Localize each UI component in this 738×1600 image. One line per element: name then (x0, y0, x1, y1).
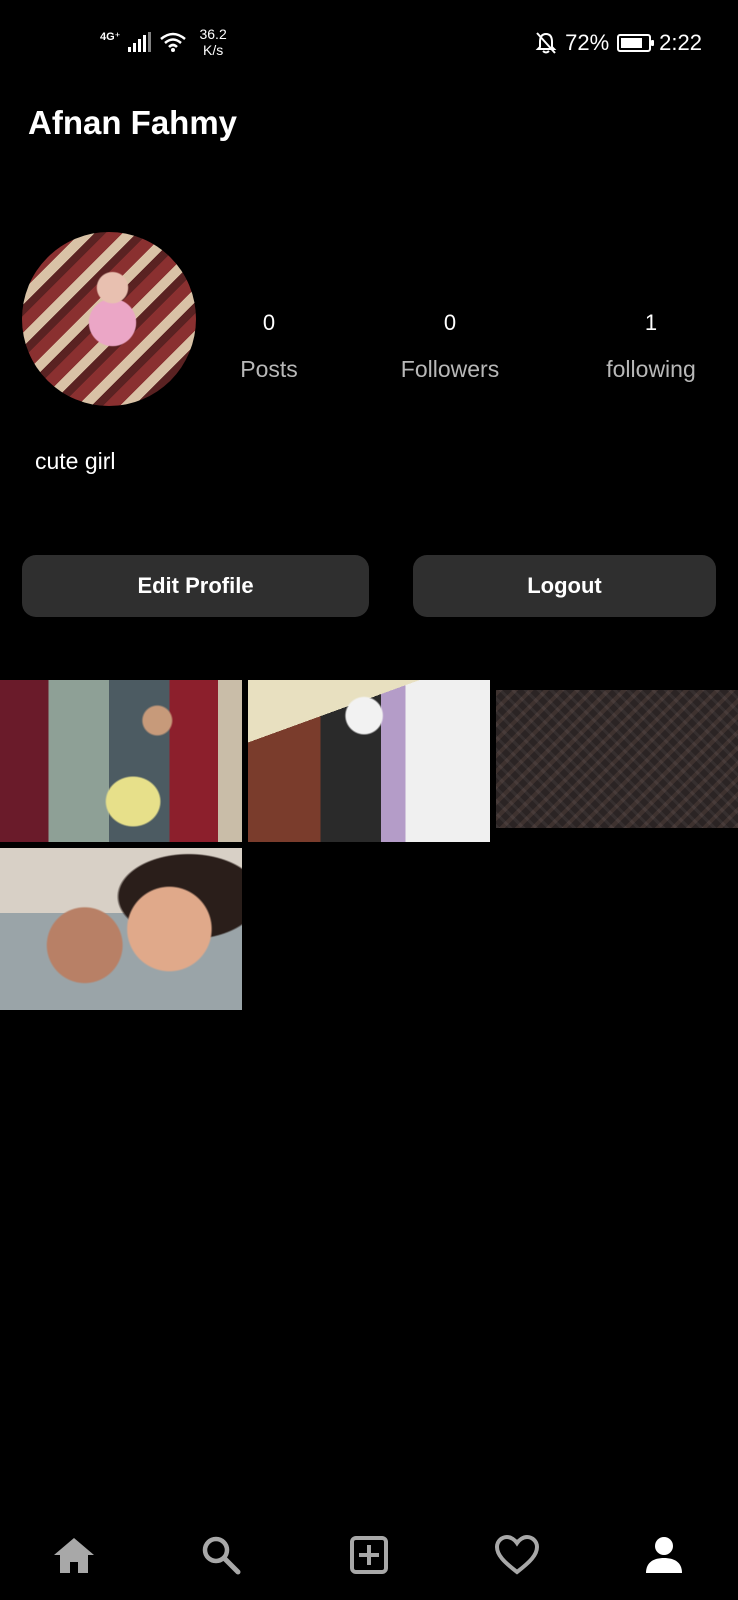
avatar[interactable] (22, 232, 196, 406)
network-speed: 36.2 K/s (199, 26, 226, 58)
wifi-icon (160, 32, 187, 52)
home-icon (54, 1538, 94, 1573)
stat-following-count: 1 (644, 310, 658, 335)
stat-followers[interactable]: 0 Followers (380, 310, 520, 383)
battery-icon (617, 34, 655, 52)
stat-following-label: following (606, 356, 696, 382)
stat-posts-label: Posts (240, 356, 298, 382)
stat-posts[interactable]: 0 Posts (199, 310, 339, 383)
status-bar: 4G⁺ 36.2 K/s 72% 2:22 (0, 0, 738, 90)
stat-posts-count: 0 (262, 310, 276, 335)
post-thumbnail[interactable] (496, 690, 738, 828)
nav-activity[interactable] (487, 1515, 547, 1595)
stat-followers-count: 0 (443, 310, 457, 335)
logout-button[interactable]: Logout (413, 555, 716, 617)
speed-value: 36.2 (199, 26, 227, 42)
stat-following[interactable]: 1 following (581, 310, 721, 383)
profile-bio: cute girl (35, 448, 116, 474)
profile-icon (646, 1537, 682, 1573)
post-thumbnail[interactable] (0, 848, 242, 1010)
post-thumbnail[interactable] (248, 680, 490, 842)
search-icon (202, 1536, 241, 1575)
profile-name: Afnan Fahmy (28, 104, 238, 141)
nav-profile[interactable] (634, 1515, 694, 1595)
post-thumbnail[interactable] (0, 680, 242, 842)
add-post-icon (350, 1536, 388, 1574)
signal-icon (128, 32, 152, 52)
edit-profile-button[interactable]: Edit Profile (22, 555, 369, 617)
speed-unit: K/s (202, 42, 224, 58)
nav-search[interactable] (191, 1515, 251, 1595)
bell-off-icon (535, 32, 557, 54)
nav-add-post[interactable] (339, 1515, 399, 1595)
heart-icon (494, 1534, 540, 1575)
stat-followers-label: Followers (400, 356, 500, 382)
network-type: 4G⁺ (100, 30, 121, 43)
bottom-nav (0, 1515, 738, 1595)
clock: 2:22 (659, 30, 702, 55)
status-right: 72% 2:22 (535, 30, 702, 56)
nav-home[interactable] (44, 1515, 104, 1595)
battery-percent: 72% (565, 30, 610, 55)
status-left: 4G⁺ 36.2 K/s (100, 26, 227, 58)
